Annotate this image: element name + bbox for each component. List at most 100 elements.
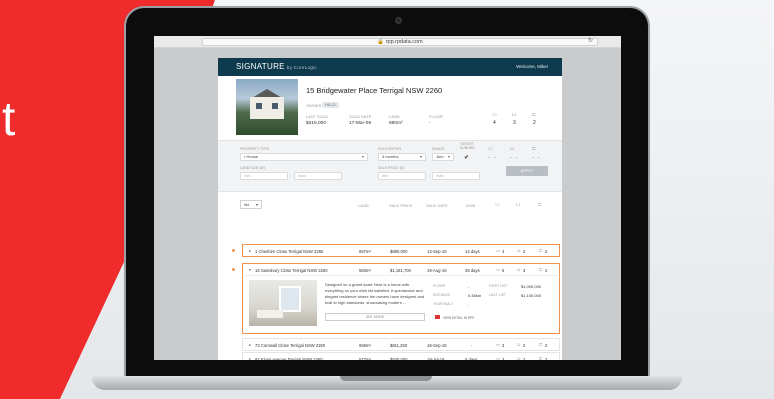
selected-marker [232,268,235,271]
chevron-down-icon: ▾ [419,154,422,159]
brand-logo[interactable]: SIGNATURE by CoreLogic [236,62,317,71]
chevron-right-icon[interactable]: ▸ [249,248,251,253]
row-land: 583m² [359,267,371,273]
land-max-input[interactable]: max [294,172,342,180]
row-beds: 4 [502,248,505,254]
app-header: SIGNATURE by CoreLogic Welcome, Mike! [218,58,562,76]
year-built-value: - [468,302,470,307]
row-address[interactable]: 73 Cornwall Close Terrigal NSW 2260 [255,343,325,348]
address-bar[interactable]: 🔒 rpp.rpdata.com [202,38,598,46]
bath-icon: ⊔ [517,267,521,272]
last-list-value: $1,100,000 [521,293,542,298]
target-suburb-checkbox[interactable]: ✔ [464,154,469,161]
car-icon: ⊏ [539,356,543,360]
row-price: $1,161,700 [390,267,411,273]
bed-range-stepper[interactable]: – – [488,154,496,159]
row-address[interactable]: 16 Sainsbury Close Terrigal NSW 2260 [255,268,328,273]
property-type-select[interactable]: • House ▾ [240,153,368,161]
bed-icon: ▭ [488,146,493,152]
row-beds: 6 [502,267,505,273]
bed-range-max: – [493,154,496,159]
row-date: 19-Aug-16 [427,267,447,273]
floor-label: FLOOR [433,284,446,288]
sold-date-label: SOLD DATE [349,114,372,119]
table-row[interactable]: ▸ 1 Cheshire Close Terrigal NSW 2260 657… [242,244,560,257]
bed-icon: ▭ [496,248,501,253]
distance-label: DISTANCE [433,293,451,297]
sold-within-label: SOLD WITHIN [378,147,401,151]
chevron-down-icon: ▾ [447,154,450,159]
sold-within-select[interactable]: 3 months ▾ [378,153,426,161]
bath-icon: ⊔ [510,146,514,152]
property-type-value: House [246,154,259,159]
property-type-label: PROPERTY TYPE [240,147,270,151]
bath-range-stepper[interactable]: – – [510,154,518,159]
row-cars: 2 [545,248,548,254]
view-detail-link[interactable]: VIEW DETAIL IN RPP [443,316,474,320]
bed-icon: ▭ [496,342,501,347]
row-address[interactable]: 97 Kings Avenue Terrigal NSW 2260 [255,357,323,361]
chevron-down-icon: ▾ [361,154,364,159]
row-baths: 2 [523,248,526,254]
reload-icon[interactable]: ↻ [588,37,593,44]
floor-label: FLOOR [429,114,443,119]
welcome-message[interactable]: Welcome, Mike! [516,64,548,69]
car-range-stepper[interactable]: – – [532,154,540,159]
row-address[interactable]: 1 Cheshire Close Terrigal NSW 2260 [255,249,323,254]
table-row[interactable]: ▾ 16 Sainsbury Close Terrigal NSW 2260 5… [242,263,560,276]
interior-photo[interactable] [249,280,317,326]
photo-sofa [257,310,283,318]
land-min-input[interactable]: min [240,172,288,180]
row-cars: 2 [545,356,548,361]
row-dom: 5 days [465,356,478,361]
owner-badge: HELD [322,102,339,108]
property-photo[interactable] [236,79,298,135]
row-price: $880,000 [390,248,408,254]
bath-icon: ⊔ [516,202,520,208]
price-max-input[interactable]: max [432,172,480,180]
chevron-right-icon[interactable]: ▸ [249,356,251,360]
range-select[interactable]: 1km ▾ [432,153,454,161]
floor-value: - [429,121,431,126]
view-select[interactable]: list ▾ [240,200,262,209]
bed-icon: ▭ [492,112,497,118]
bath-icon: ⊔ [512,112,516,118]
first-list-value: $1,000,000 [521,284,542,289]
row-dom: 39 days [465,267,480,273]
row-baths: 2 [523,356,526,361]
bath-range-max: – [515,154,518,159]
table-row[interactable]: ▸ 73 Cornwall Close Terrigal NSW 2260 65… [242,338,560,351]
brand-name: SIGNATURE [236,62,285,71]
chevron-down-icon[interactable]: ▾ [249,267,251,272]
col-sale-date[interactable]: SALE DATE [426,203,448,208]
row-land: 657m² [359,248,371,254]
rpp-logo-icon [435,315,440,319]
photo-window [279,286,301,312]
land-value: 880m² [389,121,403,126]
bath-range-min: – [510,154,513,159]
filter-panel: PROPERTY TYPE • House ▾ SOLD WITHIN 3 mon… [218,140,562,192]
row-land: 577m² [359,356,371,361]
target-suburb-label: TARGET SUBURB [460,142,475,150]
see-more-button[interactable]: SEE MORE [325,313,425,321]
last-sold-label: LAST SOLD [306,114,328,119]
view-select-value: list [244,202,249,207]
price-min-input[interactable]: min [378,172,426,180]
sold-within-value: 3 months [382,154,399,159]
app-page: SIGNATURE by CoreLogic Welcome, Mike! 15 … [218,58,562,360]
col-sale-price[interactable]: SALE PRICE [389,203,413,208]
row-beds: 3 [502,356,505,361]
col-land[interactable]: LAND [358,203,369,208]
row-date: 13-Sep-16 [427,248,447,254]
row-dom: 14 days [465,248,480,254]
apply-button[interactable]: APPLY [506,166,548,176]
col-dom[interactable]: DOM [466,203,475,208]
row-price: $830,000 [390,356,408,361]
chevron-right-icon[interactable]: ▸ [249,342,251,347]
car-icon: ⊏ [539,248,543,253]
bath-count: 3 [513,120,516,126]
laptop-screen: 🔒 rpp.rpdata.com ↻ SIGNATURE by CoreLogic… [154,36,621,360]
bed-icon: ▭ [496,267,501,272]
table-row[interactable]: ▸ 97 Kings Avenue Terrigal NSW 2260 577m² $… [242,352,560,360]
row-detail-panel: Designed on a grand scale Here is a home… [242,276,560,334]
